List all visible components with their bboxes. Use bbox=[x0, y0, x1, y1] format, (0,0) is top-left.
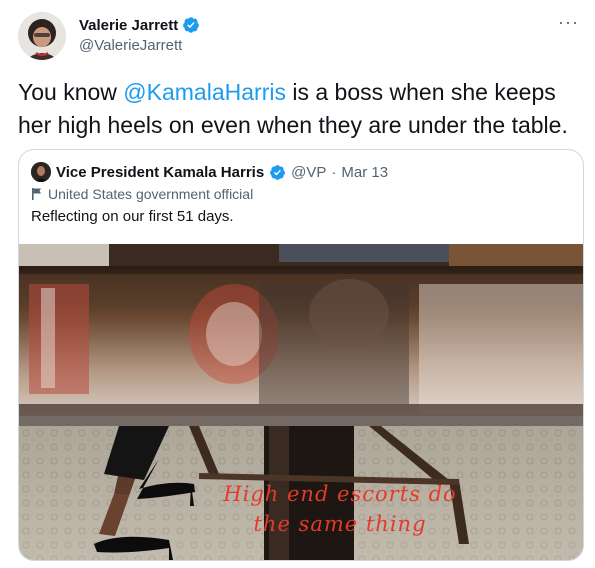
photo-overlay-text-line1: High end escorts do bbox=[223, 482, 457, 506]
photo-overlay-text-line2: the same thing bbox=[253, 512, 427, 536]
mention-link[interactable]: @KamalaHarris bbox=[123, 79, 286, 105]
more-options-icon[interactable]: ··· bbox=[558, 12, 579, 33]
profile-photo-icon bbox=[18, 12, 66, 60]
author-display-name[interactable]: Valerie Jarrett bbox=[79, 17, 178, 34]
quoted-tweet[interactable]: Vice President Kamala Harris @VP · Mar 1… bbox=[18, 149, 584, 561]
author-name-row[interactable]: Valerie Jarrett bbox=[79, 16, 200, 34]
tweet-text: You know @KamalaHarris is a boss when sh… bbox=[18, 76, 583, 142]
quoted-tweet-photo[interactable]: High end escorts do the same thing bbox=[19, 244, 583, 560]
quoted-date[interactable]: Mar 13 bbox=[341, 164, 388, 181]
tweet-text-part: You know bbox=[18, 79, 124, 105]
flag-icon bbox=[32, 188, 41, 200]
meta-separator: · bbox=[331, 163, 337, 181]
quoted-display-name[interactable]: Vice President Kamala Harris bbox=[56, 164, 264, 181]
quoted-handle[interactable]: @VP bbox=[291, 164, 326, 181]
government-label: United States government official bbox=[31, 186, 253, 202]
author-handle[interactable]: @ValerieJarrett bbox=[79, 37, 182, 54]
quoted-tweet-header: Vice President Kamala Harris @VP · Mar 1… bbox=[31, 162, 388, 182]
verified-badge-icon bbox=[183, 17, 200, 33]
verified-badge-icon bbox=[270, 164, 286, 180]
government-label-text: United States government official bbox=[48, 186, 254, 202]
author-avatar[interactable] bbox=[18, 12, 66, 60]
quoted-avatar-icon[interactable] bbox=[31, 162, 51, 182]
quoted-tweet-text: Reflecting on our first 51 days. bbox=[31, 208, 234, 225]
